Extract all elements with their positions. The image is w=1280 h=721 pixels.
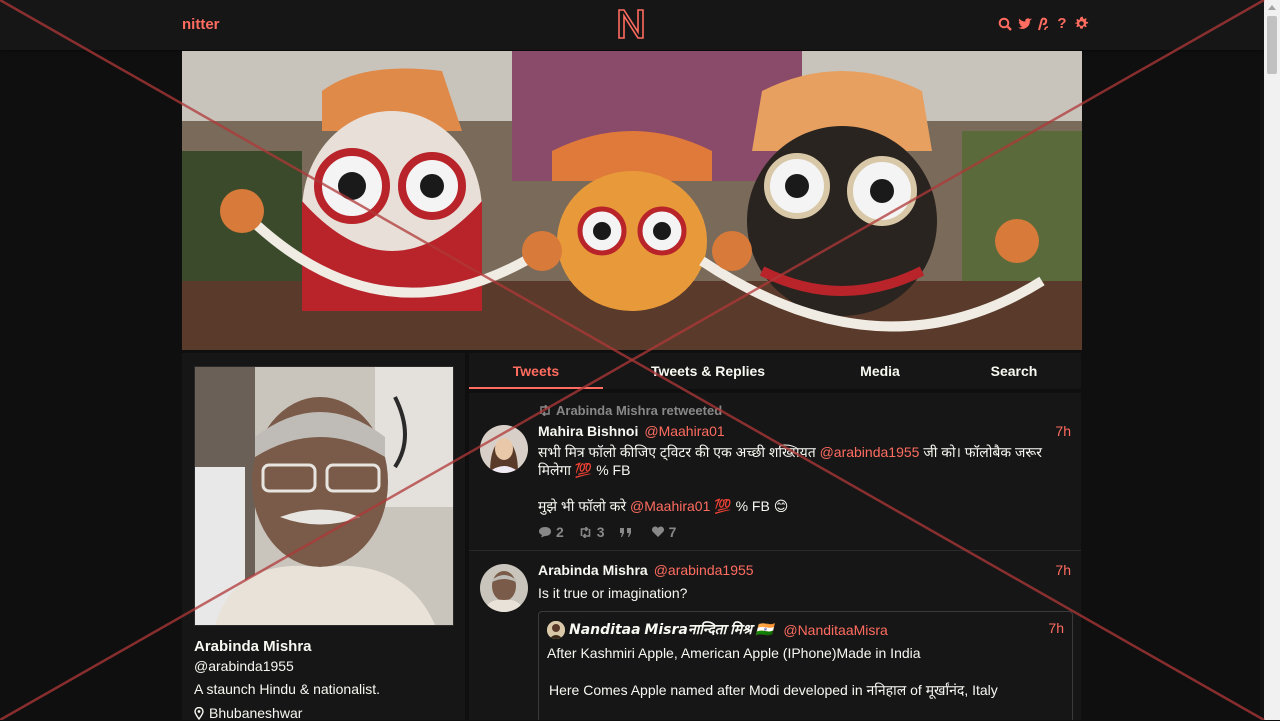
reply-stat[interactable]: 2 — [538, 524, 564, 540]
reply-count: 2 — [556, 524, 564, 540]
timeline: Arabinda Mishra retweeted Mahira Bishnoi… — [469, 393, 1081, 720]
mention-link[interactable]: @Maahira01 — [630, 498, 710, 514]
quote-icon — [619, 527, 631, 537]
quote-stat[interactable] — [619, 527, 637, 538]
quote-author-name[interactable]: 𝙉𝙖𝙣𝙙𝙞𝙩𝙖𝙖 𝙈𝙞𝙨𝙧𝙖नान्दिता मिश्र 🇮🇳 — [569, 620, 773, 639]
tweet-text: 💯 % FB 😊 — [710, 498, 789, 514]
retweet-header: Arabinda Mishra retweeted — [538, 403, 722, 418]
profile-banner[interactable] — [182, 51, 1082, 350]
twitter-icon[interactable] — [1017, 16, 1032, 32]
banner-image — [182, 51, 1082, 350]
quote-text: After Kashmiri Apple, American Apple (IP… — [547, 645, 921, 661]
tab-tweets-replies[interactable]: Tweets & Replies — [635, 353, 781, 389]
quote-header: 𝙉𝙖𝙣𝙙𝙞𝙩𝙖𝙖 𝙈𝙞𝙨𝙧𝙖नान्दिता मिश्र 🇮🇳 @Nandita… — [547, 620, 888, 639]
location-pin-icon — [194, 706, 204, 720]
avatar-image — [480, 425, 528, 473]
quote-avatar[interactable] — [547, 620, 565, 639]
profile-avatar[interactable] — [194, 366, 454, 626]
retweet-icon — [540, 405, 550, 416]
retweet-header-text: Arabinda Mishra retweeted — [556, 403, 723, 418]
scrollbar-thumb[interactable] — [1267, 16, 1277, 74]
avatar-image — [480, 564, 528, 612]
profile-handle[interactable]: @arabinda1955 — [194, 658, 294, 674]
rss-icon[interactable] — [1036, 16, 1050, 32]
profile-photo — [195, 367, 453, 625]
quote-author-handle[interactable]: @NanditaaMisra — [783, 622, 887, 638]
profile-bio: A staunch Hindu & nationalist. — [194, 681, 381, 697]
profile-location: Bhubaneshwar — [194, 705, 302, 721]
scroll-up-arrow-icon[interactable] — [1268, 5, 1276, 10]
tweet-body: Is it true or imagination? — [538, 585, 688, 601]
mention-link[interactable]: @arabinda1955 — [820, 444, 920, 460]
retweet-stat[interactable]: 3 — [578, 524, 605, 540]
tweet-text: सभी मित्र फॉलो कीजिए ट्विटर की एक अच्छी … — [538, 444, 820, 460]
heart-icon — [651, 526, 664, 537]
like-stat[interactable]: 7 — [651, 524, 677, 540]
tweet-stats: 2 3 7 — [538, 524, 676, 540]
comment-icon — [539, 527, 551, 538]
profile-location-text: Bhubaneshwar — [209, 705, 303, 721]
avatar-image — [547, 620, 565, 639]
tweet-date[interactable]: 7h — [1055, 562, 1071, 578]
help-icon[interactable]: ? — [1055, 16, 1069, 32]
tweet-text: मुझे भी फॉलो करे — [538, 498, 630, 514]
nav-icon-bar: ? — [998, 16, 1089, 32]
tweet-item[interactable]: Arabinda Mishra @arabinda1955 7h Is it tr… — [469, 551, 1081, 720]
gear-icon[interactable] — [1074, 16, 1089, 32]
quoted-tweet[interactable]: 𝙉𝙖𝙣𝙙𝙞𝙩𝙖𝙖 𝙈𝙞𝙨𝙧𝙖नान्दिता मिश्र 🇮🇳 @Nandita… — [538, 611, 1073, 720]
tweet-author-name[interactable]: Mahira Bishnoi — [538, 423, 638, 439]
tweet-author-handle[interactable]: @arabinda1955 — [654, 562, 754, 578]
search-icon[interactable] — [998, 16, 1012, 32]
tweet-header: Arabinda Mishra @arabinda1955 — [538, 562, 754, 580]
quote-text: Here Comes Apple named after Modi develo… — [549, 682, 998, 698]
retweet-icon — [580, 526, 591, 538]
tweet-avatar[interactable] — [480, 564, 528, 612]
tweet-date[interactable]: 7h — [1055, 423, 1071, 439]
nitter-brand-link[interactable]: nitter — [182, 16, 220, 33]
navbar: nitter ? — [0, 0, 1264, 50]
nitter-logo-icon[interactable] — [617, 8, 645, 40]
tweet-body: सभी मित्र फॉलो कीजिए ट्विटर की एक अच्छी … — [538, 443, 1068, 515]
tweet-text: जी को। फॉलोबैक जरूर — [919, 444, 1042, 460]
tweet-avatar[interactable] — [480, 425, 528, 473]
tweet-author-handle[interactable]: @Maahira01 — [644, 423, 724, 439]
tweet-header: Mahira Bishnoi @Maahira01 — [538, 423, 725, 441]
tweet-item[interactable]: Arabinda Mishra retweeted Mahira Bishnoi… — [469, 393, 1081, 551]
tab-media[interactable]: Media — [827, 353, 933, 389]
quote-date[interactable]: 7h — [1048, 620, 1064, 636]
profile-name[interactable]: Arabinda Mishra — [194, 638, 312, 655]
profile-card: Arabinda Mishra @arabinda1955 A staunch … — [182, 353, 465, 721]
retweet-count: 3 — [596, 524, 605, 540]
tab-search[interactable]: Search — [959, 353, 1069, 389]
tab-tweets[interactable]: Tweets — [469, 353, 603, 389]
tweet-text: मिलेगा 💯 % FB — [538, 462, 631, 478]
tweet-author-name[interactable]: Arabinda Mishra — [538, 562, 648, 578]
timeline-tabs: Tweets Tweets & Replies Media Search — [469, 353, 1081, 389]
page-scrollbar[interactable] — [1264, 0, 1280, 720]
like-count: 7 — [668, 524, 677, 540]
